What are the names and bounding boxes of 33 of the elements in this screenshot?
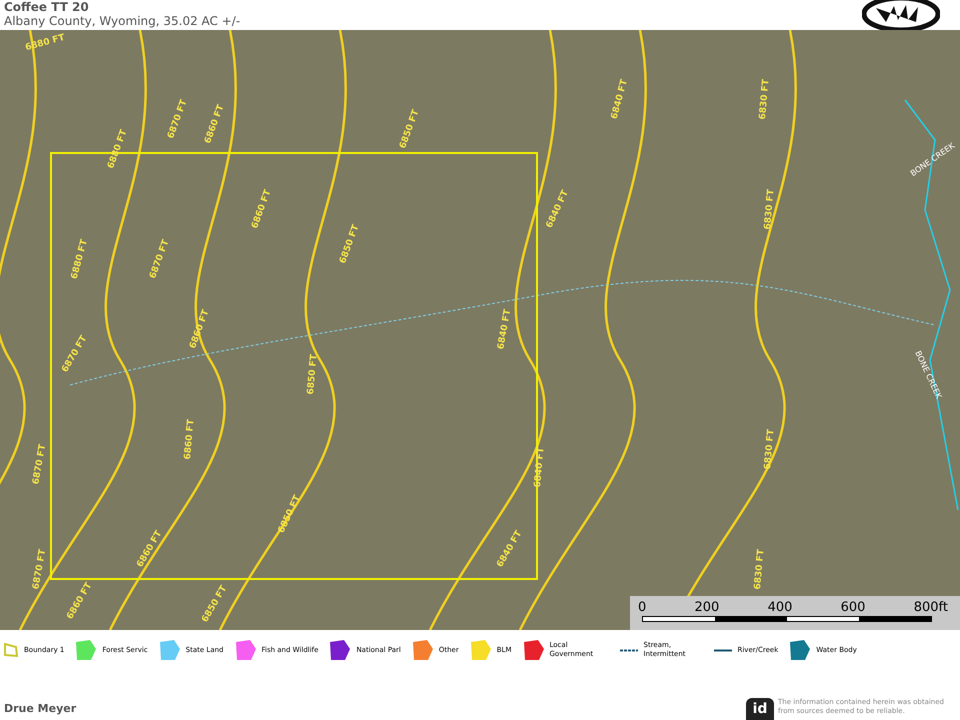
contour-label: 6830 FT — [764, 188, 776, 230]
contour-label: 6830 FT — [764, 428, 776, 470]
contour-label: 6830 FT — [759, 78, 772, 120]
map-title: Coffee TT 20 — [4, 1, 90, 13]
contour-label: 6870 FT — [167, 98, 190, 140]
map-subtitle: Albany County, Wyoming, 35.02 AC +/- — [4, 15, 240, 27]
contour-label: 6870 FT — [149, 238, 172, 280]
agent-name: Drue Meyer — [4, 700, 76, 716]
logo-badge: id — [746, 698, 774, 720]
contour-label: 6860 FT — [251, 188, 274, 230]
contour-label: 6840 FT — [610, 78, 630, 120]
contour-label: 6880 FT — [107, 128, 130, 170]
scale-label: 0 — [638, 601, 646, 614]
contour-label: 6830 FT — [754, 548, 766, 590]
contour-label: 6850 FT — [278, 494, 303, 535]
contour-label: 6860 FT — [189, 308, 212, 350]
contour-label: 6850 FT — [339, 224, 362, 266]
contour-label: 6880 FT — [70, 238, 90, 280]
contour-label: 6840 FT — [546, 189, 571, 230]
contour-label: 6850 FT — [399, 108, 422, 150]
contour-label: 6860 FT — [184, 418, 196, 460]
contour-label: 6870 FT — [32, 444, 48, 486]
contour-label: 6860 FT — [204, 104, 226, 146]
contour-label: 6840 FT — [497, 308, 514, 350]
paw-logo-icon — [862, 0, 940, 30]
scale-label: 800ft — [914, 601, 948, 614]
scale-label: 600 — [840, 601, 866, 614]
scale-label: 200 — [694, 601, 720, 614]
contour-label: 6870 FT — [32, 548, 48, 590]
contour-label: 6840 FT — [534, 446, 546, 488]
contour-label: 6850 FT — [307, 354, 320, 396]
contour-label: 6880 FT — [24, 34, 66, 54]
scale-label: 400 — [768, 601, 792, 614]
